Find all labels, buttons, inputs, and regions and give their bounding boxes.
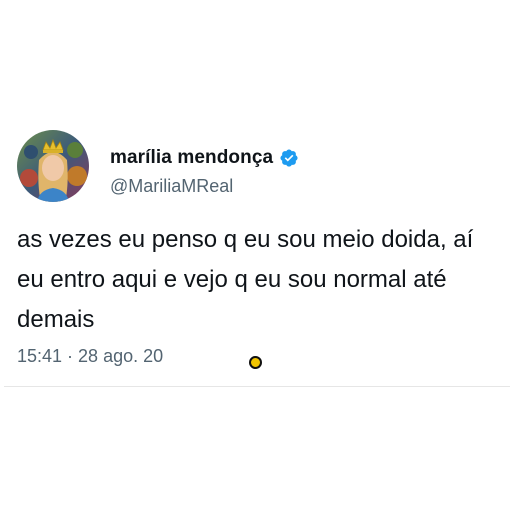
tweet-text: as vezes eu penso q eu sou meio doida, a… [17,226,474,333]
author-name-row: marília mendonça [110,146,299,170]
author-name[interactable]: marília mendonça [110,147,273,169]
author-handle[interactable]: @MariliaMReal [110,176,233,197]
tweet-card[interactable]: marília mendonça @MariliaMReal as vezes … [4,120,510,387]
page: marília mendonça @MariliaMReal as vezes … [0,0,512,512]
cursor-indicator-icon [249,356,262,369]
verified-badge-icon [279,148,299,168]
avatar-image [17,130,89,202]
tweet-timestamp[interactable]: 15:41 · 28 ago. 20 [17,346,163,367]
avatar[interactable] [17,130,89,202]
